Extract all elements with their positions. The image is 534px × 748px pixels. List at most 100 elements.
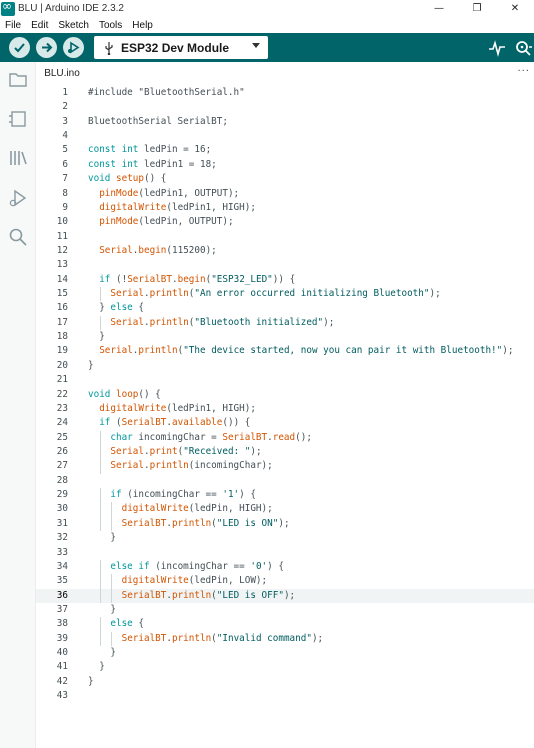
code-line[interactable]: 6 const int ledPin1 = 18; — [36, 158, 534, 172]
code-line[interactable]: 41 } — [36, 660, 534, 674]
code-line[interactable]: 8 pinMode(ledPin1, OUTPUT); — [36, 187, 534, 201]
code-token: ); — [429, 288, 441, 300]
search-icon[interactable] — [8, 227, 28, 247]
code-line[interactable]: 18 } — [36, 330, 534, 344]
code-line[interactable]: 30 digitalWrite(ledPin, HIGH); — [36, 502, 534, 517]
code-line[interactable]: 21 — [36, 373, 534, 387]
code-text: void setup() { — [88, 172, 166, 186]
code-line[interactable]: 15 Serial.println("An error occurred ini… — [36, 287, 534, 302]
library-icon[interactable] — [8, 148, 28, 168]
menu-file[interactable]: File — [0, 20, 26, 31]
code-token: Serial — [110, 288, 144, 300]
board-name: ESP32 Dev Module — [121, 40, 230, 55]
code-line[interactable]: 11 — [36, 230, 534, 244]
code-token: Serial — [110, 316, 144, 328]
code-token: println — [171, 517, 212, 529]
board-icon[interactable] — [8, 109, 28, 129]
code-token: (incomingChar == — [121, 489, 223, 501]
more-actions-icon[interactable]: ··· — [517, 66, 530, 77]
code-line[interactable]: 37 } — [36, 603, 534, 617]
close-button[interactable]: ✕ — [496, 0, 534, 17]
code-line[interactable]: 24 if (SerialBT.available()) { — [36, 416, 534, 430]
code-line[interactable]: 2 — [36, 100, 534, 114]
code-token: } — [88, 359, 94, 371]
menu-tools[interactable]: Tools — [94, 20, 127, 31]
code-token: () { — [144, 173, 167, 185]
code-line[interactable]: 10 pinMode(ledPin, OUTPUT); — [36, 215, 534, 229]
code-line[interactable]: 26 Serial.print("Received: "); — [36, 444, 534, 460]
code-line[interactable]: 4 — [36, 129, 534, 143]
line-number: 22 — [56, 388, 68, 400]
code-line[interactable]: 22 void loop() { — [36, 388, 534, 402]
code-line[interactable]: 27 Serial.println(incomingChar); — [36, 459, 534, 474]
folder-icon[interactable] — [8, 70, 28, 90]
code-line[interactable]: 31 SerialBT.println("LED is ON"); — [36, 516, 534, 532]
code-token: } — [88, 661, 105, 673]
code-token: ) { — [239, 489, 256, 501]
code-token: )) { — [272, 273, 296, 285]
board-selector[interactable]: ESP32 Dev Module — [94, 36, 268, 59]
code-line[interactable]: 7 void setup() { — [36, 172, 534, 186]
code-line[interactable]: 34 else if (incomingChar == '0') { — [36, 559, 534, 575]
code-line[interactable]: 36 SerialBT.println("LED is OFF"); — [36, 588, 534, 603]
code-text: } — [88, 603, 116, 617]
menu-edit[interactable]: Edit — [26, 20, 53, 31]
restore-button[interactable]: ❐ — [458, 0, 496, 17]
code-line[interactable]: 17 Serial.println("Bluetooth initialized… — [36, 315, 534, 331]
pulse-icon[interactable] — [488, 39, 506, 57]
code-text: digitalWrite(ledPin1, HIGH); — [88, 201, 256, 215]
code-line[interactable]: 33 — [36, 546, 534, 560]
code-line[interactable]: 39 SerialBT.println("Invalid command"); — [36, 631, 534, 647]
code-line[interactable]: 40 } — [36, 646, 534, 660]
code-token: "LED is ON" — [216, 517, 279, 529]
code-line[interactable]: 29 if (incomingChar == '1') { — [36, 488, 534, 503]
code-line[interactable]: 43 — [36, 689, 534, 703]
code-editor[interactable]: 1 #include "BluetoothSerial.h" 2 3 Bluetooth… — [36, 86, 534, 748]
serial-monitor-icon[interactable] — [514, 39, 532, 57]
code-line[interactable]: 42} — [36, 675, 534, 689]
code-token: Serial — [99, 244, 133, 256]
debug-button[interactable] — [63, 37, 84, 58]
code-line[interactable]: 19 Serial.println("The device started, n… — [36, 344, 534, 358]
code-text: } — [88, 330, 105, 344]
code-line[interactable]: 20} — [36, 359, 534, 373]
code-line[interactable]: 9 digitalWrite(ledPin1, HIGH); — [36, 201, 534, 215]
code-token: (incomingChar); — [188, 460, 273, 472]
code-line[interactable]: 28 — [36, 474, 534, 488]
code-token: SerialBT — [121, 517, 167, 529]
code-line[interactable]: 1 #include "BluetoothSerial.h" — [36, 86, 534, 100]
menu-sketch[interactable]: Sketch — [53, 20, 94, 31]
verify-button[interactable] — [9, 37, 30, 58]
tab-blu-ino[interactable]: BLU.ino — [36, 62, 88, 86]
line-number: 17 — [56, 316, 68, 328]
menu-help[interactable]: Help — [127, 20, 158, 31]
code-line[interactable]: 25 char incomingChar = SerialBT.read(); — [36, 430, 534, 445]
code-line[interactable]: 35 digitalWrite(ledPin, LOW); — [36, 574, 534, 589]
upload-button[interactable] — [36, 37, 57, 58]
code-line[interactable]: 32 } — [36, 531, 534, 545]
code-token: digitalWrite — [121, 575, 189, 587]
code-line[interactable]: 13 — [36, 258, 534, 272]
line-number: 40 — [56, 647, 68, 659]
minimize-button[interactable]: — — [420, 0, 458, 17]
code-line[interactable]: 38 else { — [36, 617, 534, 632]
code-token: if — [99, 273, 111, 285]
debug-icon[interactable] — [8, 188, 28, 208]
code-token: SerialBT — [121, 632, 167, 644]
code-token: begin — [138, 244, 167, 256]
chevron-down-icon — [252, 43, 260, 48]
code-line[interactable]: 3 BluetoothSerial SerialBT; — [36, 115, 534, 129]
line-number: 15 — [56, 288, 68, 300]
code-line[interactable]: 23 digitalWrite(ledPin1, HIGH); — [36, 402, 534, 416]
code-line[interactable]: 5 const int ledPin = 16; — [36, 143, 534, 157]
code-line[interactable]: 12 Serial.begin(115200); — [36, 244, 534, 258]
code-token: digitalWrite — [99, 402, 167, 414]
code-line[interactable]: 16 } else { — [36, 301, 534, 315]
code-line[interactable]: 14 if (!SerialBT.begin("ESP32_LED")) { — [36, 273, 534, 287]
toolbar: ESP32 Dev Module — [0, 33, 534, 62]
